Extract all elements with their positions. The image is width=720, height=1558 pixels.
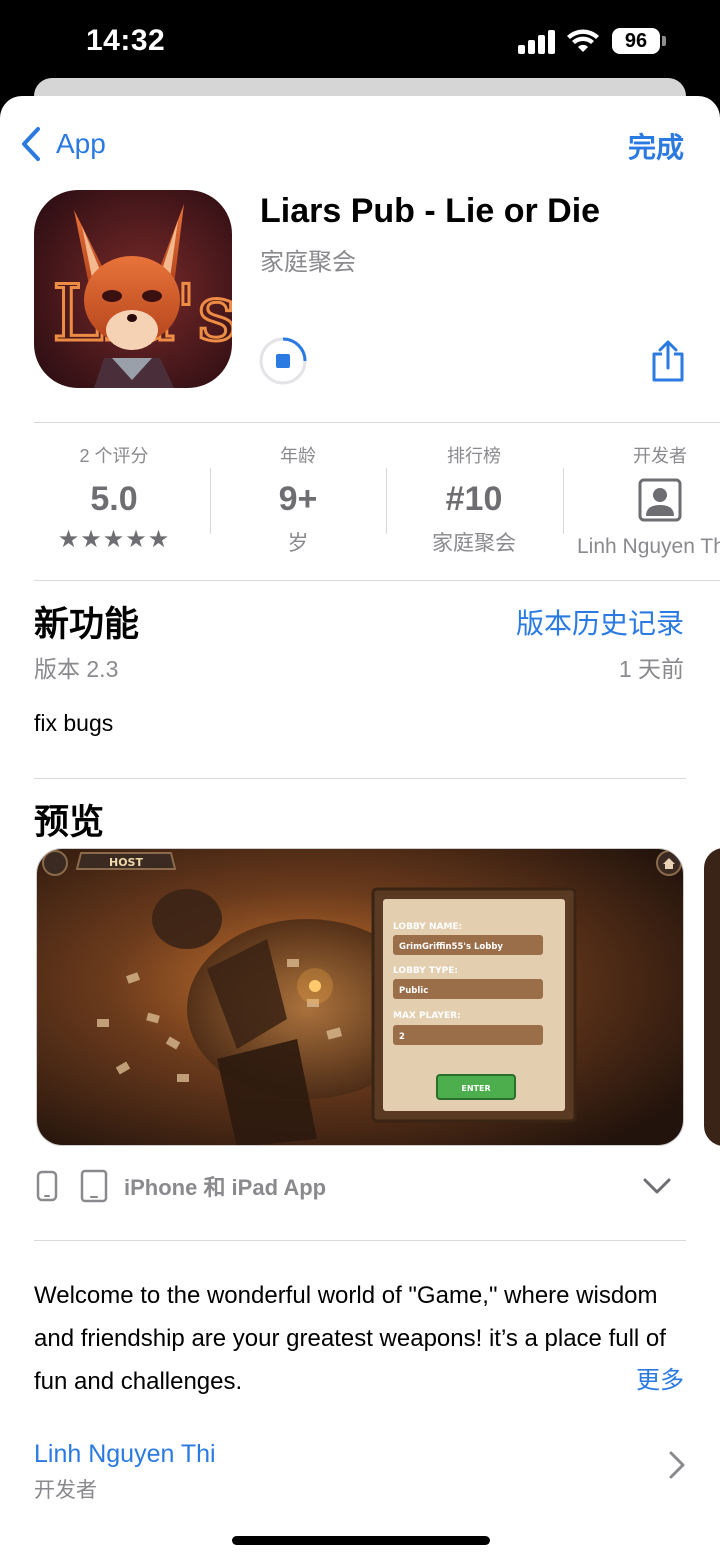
stat-label: 2 个评分	[79, 446, 149, 466]
lobby-type-label: LOBBY TYPE:	[393, 966, 458, 976]
release-notes: fix bugs	[34, 710, 114, 736]
preview-title: 预览	[34, 803, 105, 842]
release-age: 1 天前	[618, 656, 684, 682]
preview-screenshot-next[interactable]	[704, 848, 720, 1146]
divider	[34, 778, 686, 779]
share-icon[interactable]	[648, 340, 688, 384]
iphone-icon	[36, 1170, 58, 1202]
stat-label: 年龄	[280, 446, 316, 466]
max-player-value: 2	[399, 1032, 405, 1042]
host-label: HOST	[109, 856, 143, 869]
chevron-right-icon[interactable]	[668, 1450, 686, 1480]
download-progress-button[interactable]	[258, 336, 308, 386]
developer-role: 开发者	[34, 1479, 97, 1502]
back-label: App	[56, 128, 106, 159]
cellular-signal-icon	[518, 30, 558, 54]
stat-label: 排行榜	[447, 446, 501, 466]
preview-screenshot[interactable]: HOST LOBBY NAME: GrimGriffin55's Lobby L…	[36, 848, 684, 1146]
rating-value: 5.0	[90, 480, 138, 518]
enter-label: ENTER	[461, 1084, 490, 1093]
battery-tip	[662, 36, 666, 46]
stat-foot: 家庭聚会	[432, 532, 516, 555]
divider	[34, 422, 720, 423]
status-bar: 14:32 96	[0, 0, 720, 84]
home-indicator[interactable]	[232, 1536, 490, 1545]
stat-separator	[563, 468, 564, 534]
divider	[34, 580, 720, 581]
stat-ratings[interactable]: 2 个评分 5.0 ★★★★★	[26, 442, 202, 554]
stat-developer[interactable]: 开发者 Linh Nguyen Thi	[572, 442, 720, 559]
back-arrow-icon[interactable]	[42, 850, 68, 876]
stat-foot: 岁	[287, 532, 309, 555]
device-compat-label: iPhone 和 iPad App	[124, 1175, 327, 1200]
whats-new-title: 新功能	[34, 605, 140, 644]
developer-person-icon	[638, 478, 682, 522]
app-icon: Lia's	[34, 190, 232, 388]
lobby-type-value: Public	[399, 986, 428, 996]
battery-icon: 96	[612, 28, 660, 54]
chevron-left-icon	[22, 127, 40, 161]
app-description: Welcome to the wonderful world of "Game,…	[34, 1282, 666, 1395]
version-label: 版本 2.3	[34, 656, 119, 682]
max-player-label: MAX PLAYER:	[393, 1011, 461, 1021]
status-time: 14:32	[86, 24, 166, 57]
lobby-dialog: LOBBY NAME: GrimGriffin55's Lobby LOBBY …	[371, 887, 577, 1123]
back-button[interactable]: App	[20, 124, 106, 164]
lobby-name-label: LOBBY NAME:	[393, 922, 462, 932]
lobby-name-value: GrimGriffin55's Lobby	[399, 942, 503, 952]
ipad-icon	[80, 1169, 108, 1203]
app-store-sheet: App 完成 Lia's	[0, 96, 720, 1558]
version-history-link[interactable]: 版本历史记录	[516, 602, 684, 642]
device-compat-row[interactable]: iPhone 和 iPad App	[36, 1166, 326, 1206]
done-button[interactable]: 完成	[628, 126, 684, 166]
chevron-down-icon[interactable]	[642, 1176, 672, 1196]
age-value: 9+	[278, 480, 318, 518]
wifi-icon	[567, 29, 599, 52]
app-title: Liars Pub - Lie or Die	[260, 192, 601, 230]
developer-link[interactable]: Linh Nguyen Thi	[34, 1440, 216, 1469]
more-link[interactable]: 更多	[626, 1360, 684, 1395]
star-rating-icon: ★★★★★	[57, 526, 171, 553]
stat-chart[interactable]: 排行榜 #10 家庭聚会	[386, 442, 562, 557]
stat-label: 开发者	[633, 446, 687, 466]
host-tab[interactable]: HOST	[75, 852, 177, 870]
developer-short-name: Linh Nguyen Thi	[577, 535, 720, 558]
stat-age[interactable]: 年龄 9+ 岁	[210, 442, 386, 557]
app-category: 家庭聚会	[260, 249, 356, 276]
chart-rank-value: #10	[445, 480, 503, 518]
divider	[34, 1240, 686, 1241]
